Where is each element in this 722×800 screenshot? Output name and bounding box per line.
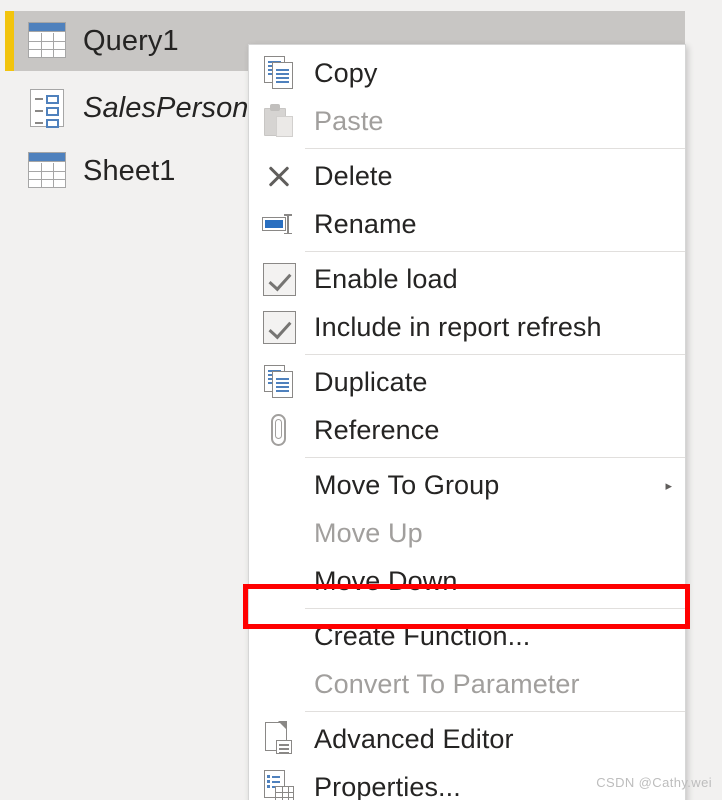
query-list-item-label: SalesPerson (: [83, 92, 266, 125]
menu-item-delete[interactable]: Delete: [249, 152, 685, 200]
table-icon: [28, 22, 66, 60]
menu-item-label: Delete: [301, 161, 393, 192]
menu-item-label: Include in report refresh: [301, 312, 602, 343]
menu-item-reference[interactable]: Reference: [249, 406, 685, 454]
menu-item-label: Move Down: [301, 566, 457, 597]
copy-icon: [257, 52, 301, 94]
menu-item-label: Rename: [301, 209, 417, 240]
no-icon-spacer: [257, 560, 301, 602]
menu-item-create-function[interactable]: Create Function...: [249, 612, 685, 660]
checkbox-checked-icon[interactable]: [257, 306, 301, 348]
menu-separator: [305, 711, 685, 712]
no-icon-spacer: [257, 512, 301, 554]
delete-x-icon: [257, 155, 301, 197]
menu-item-label: Convert To Parameter: [301, 669, 580, 700]
menu-separator: [305, 354, 685, 355]
no-icon-spacer: [257, 663, 301, 705]
watermark-text: CSDN @Cathy.wei: [596, 775, 712, 790]
menu-item-label: Move Up: [301, 518, 423, 549]
menu-item-label: Duplicate: [301, 367, 427, 398]
no-icon-spacer: [257, 464, 301, 506]
properties-icon: [257, 766, 301, 800]
chevron-right-icon: ▸: [665, 479, 672, 492]
menu-separator: [305, 148, 685, 149]
advanced-editor-icon: [257, 718, 301, 760]
query-context-menu: Copy Paste Delete: [248, 44, 686, 800]
menu-item-label: Advanced Editor: [301, 724, 514, 755]
screenshot-root: Query1 SalesPerson (: [0, 0, 722, 800]
paste-icon: [257, 100, 301, 142]
menu-item-enable-load[interactable]: Enable load: [249, 255, 685, 303]
menu-item-label: Copy: [301, 58, 377, 89]
rename-icon: [257, 203, 301, 245]
menu-separator: [305, 251, 685, 252]
list-parameter-icon: [30, 89, 68, 127]
menu-item-copy[interactable]: Copy: [249, 49, 685, 97]
menu-item-label: Reference: [301, 415, 439, 446]
menu-item-label: Paste: [301, 106, 384, 137]
paperclip-icon: [257, 409, 301, 451]
query-list-item-label: Query1: [83, 25, 179, 58]
menu-item-rename[interactable]: Rename: [249, 200, 685, 248]
menu-item-label: Enable load: [301, 264, 458, 295]
menu-item-move-up: Move Up: [249, 509, 685, 557]
menu-item-advanced-editor[interactable]: Advanced Editor: [249, 715, 685, 763]
menu-item-move-to-group[interactable]: Move To Group ▸: [249, 461, 685, 509]
menu-item-move-down[interactable]: Move Down: [249, 557, 685, 605]
menu-item-label: Move To Group: [301, 470, 499, 501]
menu-item-label: Create Function...: [301, 621, 530, 652]
menu-separator: [305, 457, 685, 458]
menu-item-duplicate[interactable]: Duplicate: [249, 358, 685, 406]
menu-item-include-in-report-refresh[interactable]: Include in report refresh: [249, 303, 685, 351]
menu-separator: [305, 608, 685, 609]
no-icon-spacer: [257, 615, 301, 657]
table-icon: [28, 152, 66, 190]
menu-item-convert-to-parameter: Convert To Parameter: [249, 660, 685, 708]
selection-accent-bar: [5, 11, 14, 71]
checkbox-checked-icon[interactable]: [257, 258, 301, 300]
duplicate-icon: [257, 361, 301, 403]
menu-item-paste: Paste: [249, 97, 685, 145]
query-list-item-label: Sheet1: [83, 155, 176, 188]
menu-item-label: Properties...: [301, 772, 461, 800]
